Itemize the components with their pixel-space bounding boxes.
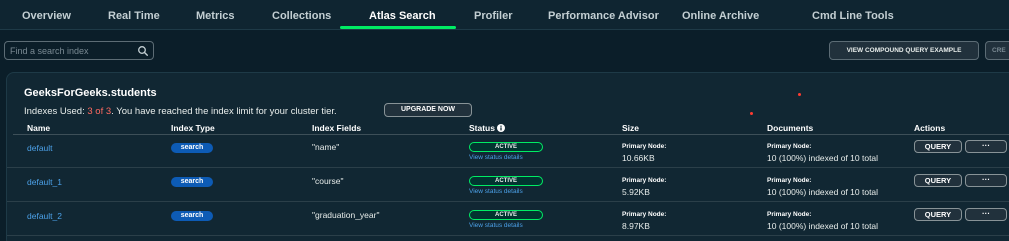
red-dot-marker <box>798 93 801 96</box>
table-row: default search "name" ACTIVE View status… <box>7 135 1009 168</box>
documents-label: Primary Node: <box>767 177 812 184</box>
index-type-badge: search <box>171 211 213 221</box>
size-value: 10.66KB <box>622 153 655 163</box>
query-button[interactable]: QUERY <box>914 174 962 187</box>
status-badge: ACTIVE <box>469 210 543 220</box>
header-status[interactable]: Status <box>469 123 506 133</box>
upgrade-now-button[interactable]: UPGRADE NOW <box>384 103 472 117</box>
header-documents[interactable]: Documents <box>767 123 813 133</box>
usage-count: 3 of 3 <box>87 106 112 117</box>
size-value: 8.97KB <box>622 221 650 231</box>
tab-cmd-line-tools[interactable]: Cmd Line Tools <box>812 0 894 30</box>
view-compound-query-example-button[interactable]: VIEW COMPOUND QUERY EXAMPLE <box>829 41 979 60</box>
search-box[interactable] <box>4 41 154 60</box>
header-size[interactable]: Size <box>622 123 639 133</box>
collection-title: GeeksForGeeks.students <box>24 87 157 99</box>
size-label: Primary Node: <box>622 177 667 184</box>
search-icon[interactable] <box>137 45 149 57</box>
documents-value: 10 (100%) indexed of 10 total <box>767 187 879 197</box>
status-badge: ACTIVE <box>469 142 543 152</box>
index-type-badge: search <box>171 177 213 187</box>
red-dot-marker <box>750 112 753 115</box>
usage-prefix: Indexes Used: <box>24 106 88 117</box>
header-index-type[interactable]: Index Type <box>171 123 215 133</box>
tab-collections[interactable]: Collections <box>272 0 331 30</box>
index-name-link[interactable]: default_2 <box>27 211 62 221</box>
table-row: default_1 search "course" ACTIVE View st… <box>7 169 1009 202</box>
tab-online-archive[interactable]: Online Archive <box>682 0 759 30</box>
create-search-index-button[interactable]: CRE <box>985 41 1009 60</box>
documents-label: Primary Node: <box>767 143 812 150</box>
header-status-label: Status <box>469 123 495 133</box>
table-row: default_2 search "graduation_year" ACTIV… <box>7 203 1009 236</box>
index-usage-text: Indexes Used: 3 of 3. You have reached t… <box>24 106 337 118</box>
search-input[interactable] <box>10 44 128 57</box>
more-actions-button[interactable]: ··· <box>965 140 1007 153</box>
documents-label: Primary Node: <box>767 211 812 218</box>
status-badge: ACTIVE <box>469 176 543 186</box>
info-icon[interactable] <box>497 124 506 132</box>
index-fields: "name" <box>312 142 340 152</box>
tab-bar: Overview Real Time Metrics Collections A… <box>0 0 1009 30</box>
index-name-link[interactable]: default <box>27 143 53 153</box>
active-tab-indicator <box>340 26 456 29</box>
tab-profiler[interactable]: Profiler <box>474 0 513 30</box>
index-fields: "course" <box>312 176 344 186</box>
size-value: 5.92KB <box>622 187 650 197</box>
tab-overview[interactable]: Overview <box>22 0 71 30</box>
header-actions: Actions <box>914 123 946 133</box>
index-type-badge: search <box>171 143 213 153</box>
tab-metrics[interactable]: Metrics <box>196 0 235 30</box>
view-status-details-link[interactable]: View status details <box>469 188 523 195</box>
header-index-fields: Index Fields <box>312 123 362 133</box>
index-card: GeeksForGeeks.students Indexes Used: 3 o… <box>6 72 1009 241</box>
tab-performance-advisor[interactable]: Performance Advisor <box>548 0 659 30</box>
usage-suffix: . You have reached the index limit for y… <box>111 106 337 117</box>
tab-real-time[interactable]: Real Time <box>108 0 160 30</box>
more-actions-button[interactable]: ··· <box>965 208 1007 221</box>
size-label: Primary Node: <box>622 211 667 218</box>
size-label: Primary Node: <box>622 143 667 150</box>
view-status-details-link[interactable]: View status details <box>469 222 523 229</box>
header-name[interactable]: Name <box>27 123 50 133</box>
query-button[interactable]: QUERY <box>914 140 962 153</box>
query-button[interactable]: QUERY <box>914 208 962 221</box>
view-status-details-link[interactable]: View status details <box>469 154 523 161</box>
documents-value: 10 (100%) indexed of 10 total <box>767 221 879 231</box>
index-fields: "graduation_year" <box>312 210 380 220</box>
documents-value: 10 (100%) indexed of 10 total <box>767 153 879 163</box>
index-name-link[interactable]: default_1 <box>27 177 62 187</box>
more-actions-button[interactable]: ··· <box>965 174 1007 187</box>
